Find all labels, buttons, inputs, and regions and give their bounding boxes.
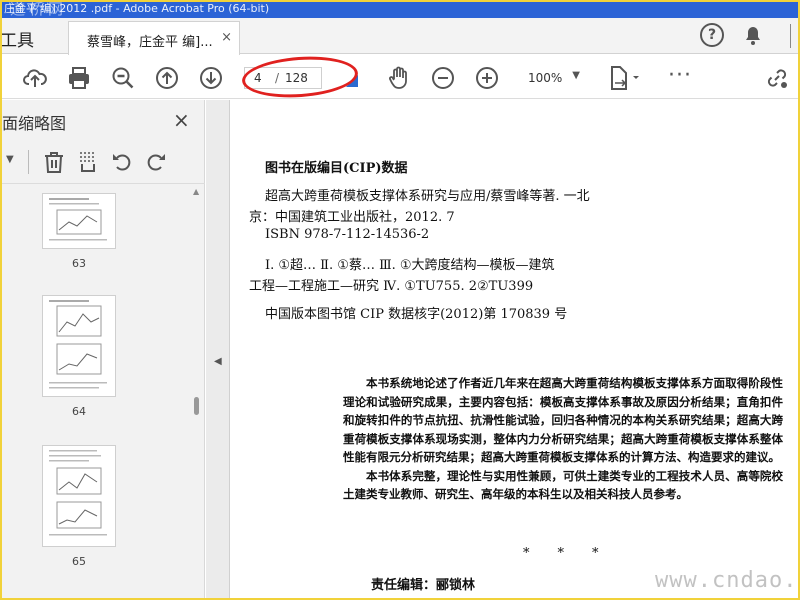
print-icon[interactable] <box>66 65 92 91</box>
page-thumbnail-63[interactable] <box>42 193 116 249</box>
cip-data-title: 图书在版编目(CIP)数据 <box>265 161 408 176</box>
tab-bar: 工具 蔡雪峰，庄金平 编]... × ? <box>0 18 800 55</box>
book-introduction: 本书系统地论述了作者近几年来在超高大跨重荷结构模板支撑体系方面取得阶段性理论和试… <box>343 374 783 504</box>
thumbnail-preview-63 <box>49 198 107 241</box>
zoom-out-icon[interactable] <box>430 65 456 91</box>
cip-line-1: 超高大跨重荷模板支撑体系研究与应用/蔡雪峰等著. 一北 <box>265 189 590 204</box>
zoom-in-icon[interactable] <box>474 65 500 91</box>
cip-line-4: Ⅰ. ①超… Ⅱ. ①蔡… Ⅲ. ①大跨度结构—模板—建筑 <box>265 258 555 273</box>
thumbnail-list: 63 64 65 <box>0 185 190 600</box>
thumbnail-toolbar-divider <box>28 150 29 174</box>
site-watermark-bottom: www.cndao.com <box>655 568 800 593</box>
zoom-level-value: 100% <box>528 71 563 85</box>
close-panel-button[interactable]: × <box>173 108 190 132</box>
document-tab-label: 蔡雪峰，庄金平 编]... <box>87 35 213 50</box>
page-fit-icon[interactable] <box>608 65 642 91</box>
toolbar-divider <box>790 24 791 48</box>
thumbnail-label: 63 <box>72 257 86 270</box>
document-tab[interactable]: 蔡雪峰，庄金平 编]... × <box>68 21 240 55</box>
share-link-icon[interactable] <box>764 65 790 91</box>
tools-tab[interactable]: 工具 <box>0 26 34 51</box>
thumbnail-preview-65 <box>49 450 107 536</box>
close-tab-button[interactable]: × <box>221 30 232 45</box>
chevron-down-icon: ▼ <box>572 70 580 81</box>
window-title-bar: 庄金平 编] 2012 .pdf - Adobe Acrobat Pro (64… <box>0 0 800 18</box>
thumbnail-scrollbar[interactable]: ▲ <box>190 185 204 600</box>
cip-line-5: 工程—工程施工—研究 Ⅳ. ①TU755. 2②TU399 <box>249 279 534 294</box>
options-dropdown-icon[interactable]: ▼ <box>6 154 14 165</box>
page-thumbnail-65[interactable] <box>42 445 116 547</box>
scroll-up-arrow-icon[interactable]: ▲ <box>193 187 199 196</box>
responsible-editor: 责任编辑：郦锁林 <box>371 578 476 593</box>
delete-page-icon[interactable] <box>42 150 66 174</box>
more-tools-icon[interactable]: ··· <box>668 63 692 88</box>
cloud-upload-icon[interactable] <box>22 65 48 91</box>
cip-number: 中国版本图书馆 CIP 数据核字(2012)第 170839 号 <box>265 307 568 322</box>
page-thumbnail-64[interactable] <box>42 295 116 397</box>
zoom-level-dropdown[interactable]: 100% ▼ <box>520 67 584 89</box>
previous-page-icon[interactable] <box>154 65 180 91</box>
cip-line-2: 京：中国建筑工业出版社，2012. 7 <box>249 210 455 225</box>
thumbnail-label: 64 <box>72 405 86 418</box>
collapse-left-arrow-icon[interactable]: ◀ <box>214 356 222 367</box>
section-divider-stars: *** <box>523 546 627 561</box>
rotate-right-icon[interactable] <box>144 150 168 174</box>
help-icon[interactable]: ? <box>700 23 724 47</box>
zoom-out-search-icon[interactable] <box>110 65 136 91</box>
panel-title: 面缩略图 <box>2 114 67 133</box>
extract-page-icon[interactable] <box>76 150 100 174</box>
document-page: 图书在版编目(CIP)数据 超高大跨重荷模板支撑体系研究与应用/蔡雪峰等著. 一… <box>231 100 800 600</box>
intro-paragraph-2: 本书体系完整，理论性与实用性兼顾，可供土建类专业的工程技术人员、高等院校土建类专… <box>343 468 783 502</box>
cip-isbn: ISBN 978-7-112-14536-2 <box>265 227 430 242</box>
site-watermark-top: 道桥网 <box>10 0 68 18</box>
main-toolbar: 4 / 128 100% ▼ ··· <box>0 55 800 99</box>
next-page-icon[interactable] <box>198 65 224 91</box>
thumbnail-preview-64 <box>49 300 107 389</box>
thumbnail-toolbar: ▼ <box>0 140 205 184</box>
panel-collapse-strip[interactable]: ◀ <box>206 100 230 600</box>
intro-paragraph-1: 本书系统地论述了作者近几年来在超高大跨重荷结构模板支撑体系方面取得阶段性理论和试… <box>343 376 783 464</box>
page-thumbnails-panel: 面缩略图 × ▼ 63 64 65 ▲ <box>0 100 205 600</box>
hand-tool-icon[interactable] <box>386 65 412 91</box>
notification-bell-icon[interactable] <box>742 25 764 47</box>
rotate-left-icon[interactable] <box>110 150 134 174</box>
scrollbar-thumb[interactable] <box>194 397 199 415</box>
thumbnail-label: 65 <box>72 555 86 568</box>
